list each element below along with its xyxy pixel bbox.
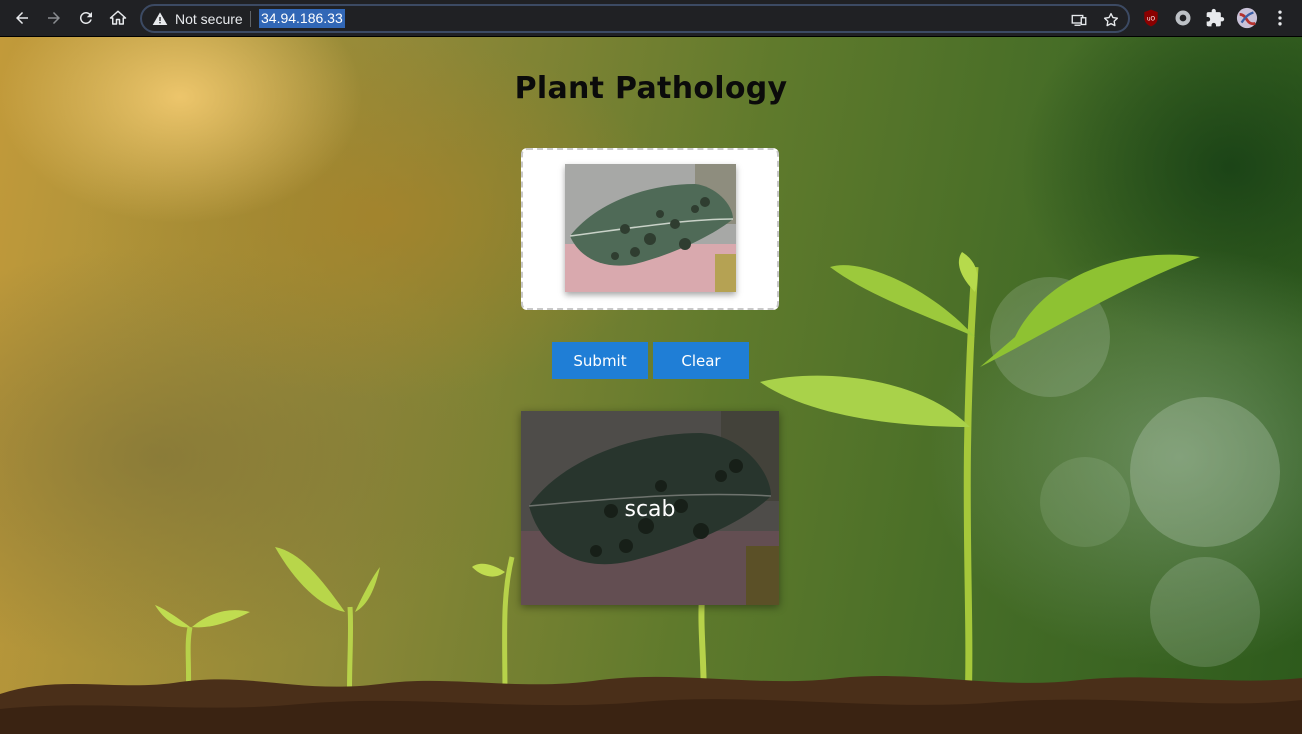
reload-icon <box>79 11 92 24</box>
prediction-label: scab <box>624 497 676 522</box>
soil-ground <box>0 676 1302 734</box>
svg-text:uO: uO <box>1147 17 1156 23</box>
profile-avatar[interactable] <box>1236 7 1258 29</box>
forward-icon <box>48 12 60 24</box>
url-text[interactable]: 34.94.186.33 <box>259 9 345 28</box>
separator <box>250 11 251 27</box>
clear-button[interactable]: Clear <box>653 342 749 379</box>
extension-circle-icon[interactable] <box>1173 8 1193 28</box>
more-menu-icon[interactable] <box>1270 8 1290 28</box>
address-bar[interactable]: Not secure 34.94.186.33 <box>140 4 1130 33</box>
image-upload-dropzone[interactable] <box>521 148 779 310</box>
seedlings-illustration <box>155 252 1200 718</box>
page-title: Plant Pathology <box>514 71 788 106</box>
security-status[interactable]: Not secure <box>175 11 243 27</box>
home-icon <box>109 10 127 25</box>
submit-button[interactable]: Submit <box>552 342 648 379</box>
uploaded-leaf-image <box>565 164 736 292</box>
bookmark-star-icon[interactable] <box>1102 11 1120 29</box>
page-background: Plant Pathology Submit Clear scab <box>0 37 1302 734</box>
prediction-result-card: scab <box>521 411 779 605</box>
forward-button[interactable] <box>42 6 66 30</box>
home-button[interactable] <box>106 6 130 30</box>
ublock-icon[interactable]: uO <box>1141 8 1161 28</box>
extensions-puzzle-icon[interactable] <box>1205 8 1225 28</box>
reload-button[interactable] <box>74 6 98 30</box>
back-button[interactable] <box>10 6 34 30</box>
warning-icon <box>152 12 168 25</box>
back-icon <box>16 12 28 24</box>
cast-icon[interactable] <box>1070 11 1088 29</box>
browser-toolbar: Not secure 34.94.186.33 uO <box>0 0 1302 37</box>
